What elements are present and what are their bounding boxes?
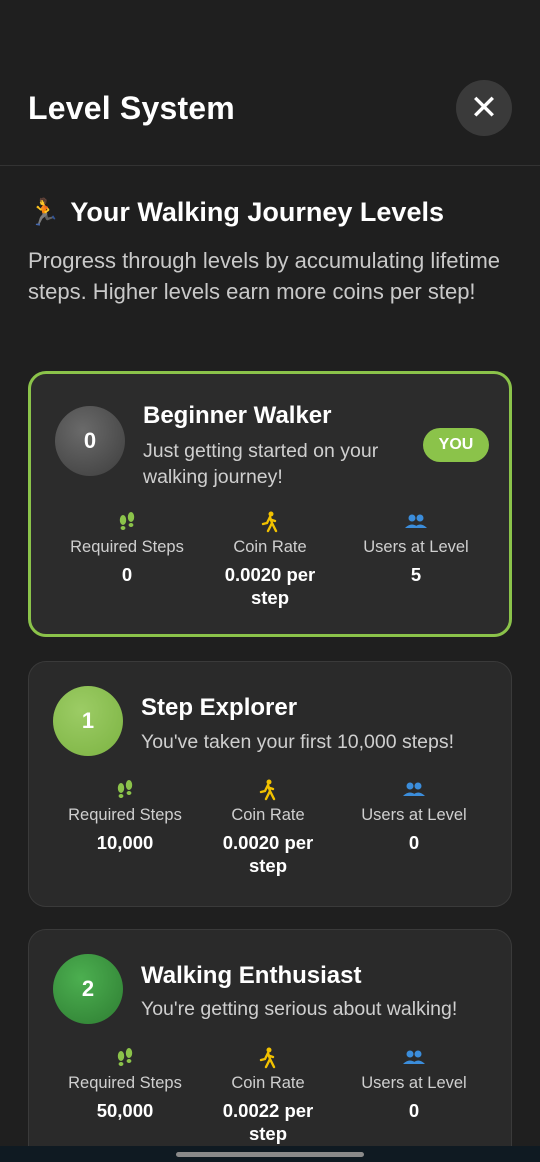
footsteps-icon [45, 778, 205, 802]
stat-value: 0.0022 per step [222, 1100, 314, 1144]
close-button[interactable]: ✕ [456, 80, 512, 136]
stat-label: Required Steps [70, 538, 184, 556]
stat-label: Users at Level [361, 806, 467, 824]
stat-value: 50,000 [96, 1100, 154, 1121]
users-icon [336, 510, 496, 534]
stat-value: 0 [408, 1100, 420, 1121]
stat-value: 0 [408, 832, 420, 853]
runner-icon: 🏃 [28, 197, 61, 227]
stat-label: Coin Rate [231, 1074, 305, 1092]
stat-coin-rate: Coin Rate 0.0022 per step [188, 1046, 348, 1145]
close-icon: ✕ [469, 89, 499, 127]
level-description: Just getting started on your walking jou… [143, 440, 379, 488]
level-name: Step Explorer [141, 694, 298, 721]
page-title: Level System [28, 90, 235, 126]
stat-required-steps: Required Steps 50,000 [45, 1046, 205, 1122]
stat-users: Users at Level 5 [336, 510, 496, 586]
level-badge: 1 [53, 686, 123, 756]
walker-icon [190, 510, 350, 534]
stat-value: 10,000 [96, 832, 154, 853]
level-card-1[interactable]: 1 Step Explorer You've taken your first … [28, 661, 512, 907]
stat-coin-rate: Coin Rate 0.0020 per step [190, 510, 350, 609]
level-description: You've taken your first 10,000 steps! [141, 731, 455, 753]
stat-label: Required Steps [68, 806, 182, 824]
level-card-2[interactable]: 2 Walking Enthusiast You're getting seri… [28, 929, 512, 1162]
section-description: Progress through levels by accumulating … [28, 248, 501, 304]
stat-value: 0.0020 per step [224, 564, 316, 608]
stat-label: Users at Level [363, 538, 469, 556]
current-level-badge: YOU [423, 428, 489, 462]
stat-label: Coin Rate [231, 806, 305, 824]
section-title-text: Your Walking Journey Levels [70, 197, 444, 227]
level-card-0[interactable]: 0 Beginner Walker Just getting started o… [28, 371, 512, 637]
stat-required-steps: Required Steps 0 [47, 510, 207, 586]
section-title: 🏃 Your Walking Journey Levels [28, 197, 444, 228]
level-badge: 0 [55, 406, 125, 476]
stat-label: Coin Rate [233, 538, 307, 556]
level-description: You're getting serious about walking! [141, 998, 458, 1020]
level-name: Beginner Walker [143, 402, 332, 429]
stat-value: 5 [410, 564, 422, 585]
stat-users: Users at Level 0 [334, 1046, 494, 1122]
users-icon [334, 778, 494, 802]
footsteps-icon [45, 1046, 205, 1070]
walker-icon [188, 1046, 348, 1070]
stat-coin-rate: Coin Rate 0.0020 per step [188, 778, 348, 877]
level-badge: 2 [53, 954, 123, 1024]
header: Level System ✕ [0, 0, 540, 166]
stat-users: Users at Level 0 [334, 778, 494, 854]
footsteps-icon [47, 510, 207, 534]
home-indicator[interactable] [176, 1152, 364, 1157]
stat-required-steps: Required Steps 10,000 [45, 778, 205, 854]
stat-value: 0 [121, 564, 133, 585]
users-icon [334, 1046, 494, 1070]
stat-value: 0.0020 per step [222, 832, 314, 876]
walker-icon [188, 778, 348, 802]
stat-label: Users at Level [361, 1074, 467, 1092]
level-name: Walking Enthusiast [141, 962, 362, 989]
stat-label: Required Steps [68, 1074, 182, 1092]
